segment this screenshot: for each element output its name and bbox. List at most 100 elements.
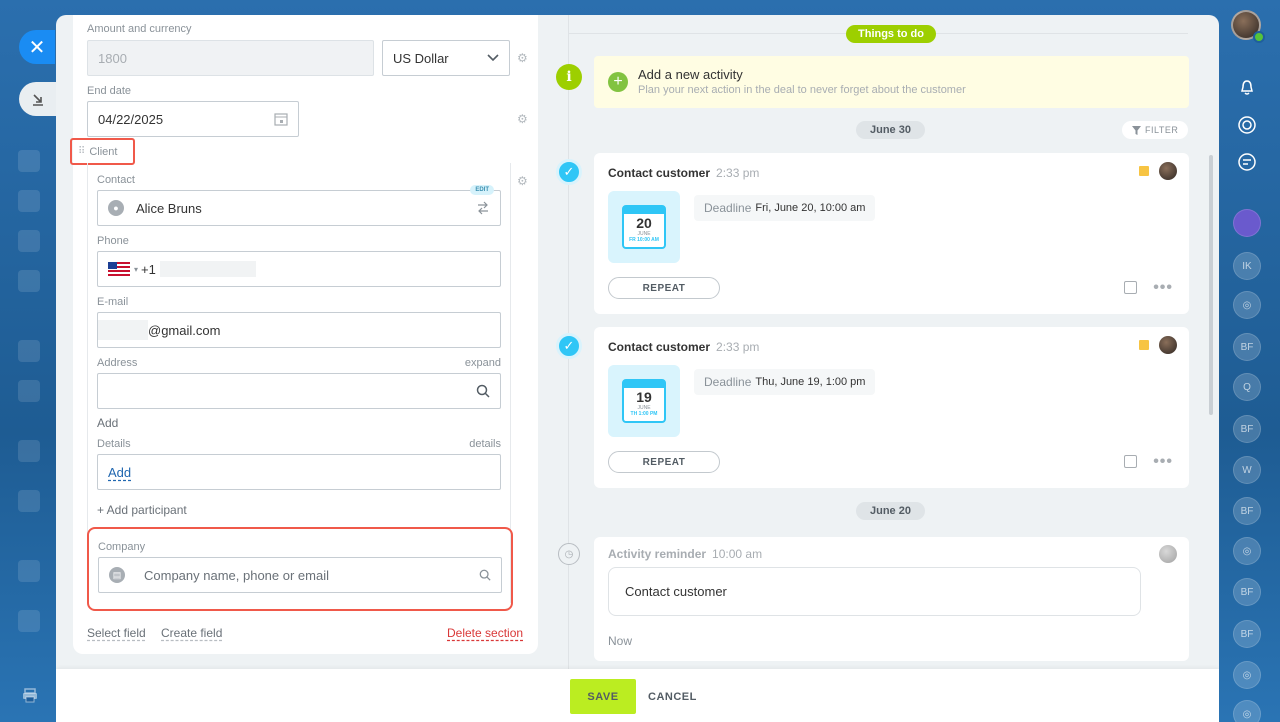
rail-chat-item[interactable]: BF (1233, 333, 1261, 361)
note-icon[interactable] (1124, 281, 1137, 294)
rail-chat-item-copilot[interactable]: ◎ (1233, 291, 1261, 319)
reminder-avatar[interactable] (1159, 545, 1177, 563)
edit-badge[interactable]: EDIT (470, 185, 494, 195)
note-icon[interactable] (1124, 455, 1137, 468)
more-icon[interactable]: ••• (1153, 453, 1173, 471)
rail-chat-item[interactable]: Q (1233, 373, 1261, 401)
deadline-key: Deadline (704, 201, 752, 215)
info-icon: i (556, 64, 582, 90)
search-icon[interactable] (479, 569, 491, 581)
rail-chat-item[interactable]: BF (1233, 497, 1261, 525)
reminder-title-text: Activity reminder (608, 547, 707, 561)
check-icon[interactable]: ✓ (556, 333, 582, 359)
search-icon[interactable] (476, 384, 490, 398)
rail-chat-item[interactable]: BF (1233, 415, 1261, 443)
calendar-badge: 20 JUNE FR 10:00 AM (608, 191, 680, 263)
rail-chat-item[interactable]: BF (1233, 578, 1261, 606)
cancel-button[interactable]: CANCEL (648, 679, 697, 714)
us-flag-icon[interactable] (108, 262, 130, 276)
details-add-link[interactable]: Add (108, 465, 131, 480)
deal-form: Amount and currency 1800 US Dollar ⚙ End… (70, 15, 538, 654)
client-section-title[interactable]: ⠿ Client (70, 138, 135, 165)
gear-icon[interactable]: ⚙ (517, 113, 529, 125)
flag-dropdown-icon[interactable]: ▾ (134, 265, 138, 274)
contact-field[interactable]: EDIT ● Alice Bruns (97, 185, 501, 226)
filter-label: FILTER (1145, 125, 1179, 135)
activity-title[interactable]: Contact customer 2:33 pm (608, 340, 759, 354)
delete-section-link[interactable]: Delete section (447, 626, 523, 640)
things-to-do-badge: Things to do (846, 25, 936, 43)
gear-icon[interactable]: ⚙ (517, 175, 529, 187)
rail-chat-item-copilot[interactable]: ◎ (1233, 661, 1261, 689)
responsible-avatar[interactable] (1159, 162, 1177, 180)
deal-slider: Amount and currency 1800 US Dollar ⚙ End… (56, 15, 1219, 722)
contact-name: Alice Bruns (136, 200, 202, 216)
copilot-icon[interactable] (1233, 111, 1261, 139)
timeline: Things to do i + Add a new activity Plan… (538, 15, 1219, 675)
select-field-link[interactable]: Select field (87, 626, 146, 640)
amount-input[interactable]: 1800 (87, 40, 374, 76)
more-icon[interactable]: ••• (1153, 279, 1173, 297)
repeat-button[interactable]: REPEAT (608, 451, 720, 473)
save-button[interactable]: SAVE (570, 679, 636, 714)
reminder-text[interactable]: Contact customer (608, 567, 1141, 616)
rail-chat-item[interactable]: IK (1233, 252, 1261, 280)
activity-title-text: Contact customer (608, 340, 711, 354)
create-field-link[interactable]: Create field (161, 626, 222, 640)
address-expand-link[interactable]: expand (465, 357, 501, 369)
chat-icon[interactable] (1233, 148, 1261, 176)
scrollbar[interactable] (1209, 155, 1213, 415)
filter-button[interactable]: FILTER (1122, 121, 1189, 139)
rail-chat-item[interactable]: W (1233, 456, 1261, 484)
bottom-action-bar: SAVE CANCEL (56, 669, 1219, 722)
rail-chat-item-copilot[interactable]: ◎ (1233, 537, 1261, 565)
company-field[interactable]: ▤ Company name, phone or email (98, 557, 502, 593)
deadline-chip[interactable]: Deadline Thu, June 19, 1:00 pm (694, 369, 876, 395)
add-activity-hint: Plan your next action in the deal to nev… (638, 84, 966, 96)
close-slider-button[interactable]: ✕ (19, 30, 55, 64)
address-add-link[interactable]: Add (97, 416, 118, 430)
activity-title[interactable]: Contact customer 2:33 pm (608, 166, 759, 180)
rail-chat-item[interactable]: BF (1233, 620, 1261, 648)
currency-select[interactable]: US Dollar (382, 40, 510, 76)
rail-chat-item-copilot[interactable]: ◎ (1233, 700, 1261, 722)
reminder-now: Now (608, 634, 633, 648)
flag-icon[interactable] (1139, 166, 1149, 176)
online-status-icon (1253, 31, 1265, 43)
add-activity-title[interactable]: Add a new activity (638, 67, 743, 82)
repeat-button[interactable]: REPEAT (608, 277, 720, 299)
email-field[interactable]: @gmail.com (97, 312, 501, 348)
email-value: @gmail.com (148, 322, 221, 338)
plus-icon[interactable]: + (608, 72, 628, 92)
amount-label: Amount and currency (87, 23, 192, 35)
details-field[interactable]: Add (97, 454, 501, 490)
bell-icon[interactable] (1233, 74, 1261, 102)
swap-icon[interactable] (476, 201, 490, 215)
rail-chat-item[interactable] (1233, 209, 1261, 237)
email-label: E-mail (97, 296, 129, 308)
responsible-avatar[interactable] (1159, 336, 1177, 354)
calendar-icon[interactable] (274, 112, 288, 126)
details-link[interactable]: details (469, 438, 501, 450)
deadline-value: Fri, June 20, 10:00 am (755, 202, 866, 214)
end-date-input[interactable]: 04/22/2025 (87, 101, 299, 137)
phone-field[interactable]: ▾ +1 (97, 251, 501, 287)
check-icon[interactable]: ✓ (556, 159, 582, 185)
drag-handle-icon[interactable]: ⠿ (78, 146, 85, 157)
flag-icon[interactable] (1139, 340, 1149, 350)
close-icon: ✕ (28, 36, 46, 59)
calendar-icon: 19 JUNE TH 1:00 PM (622, 379, 666, 423)
add-activity-card[interactable]: + Add a new activity Plan your next acti… (594, 56, 1189, 108)
calendar-time: TH 1:00 PM (630, 411, 658, 417)
calendar-badge: 19 JUNE TH 1:00 PM (608, 365, 680, 437)
print-icon[interactable] (19, 684, 41, 706)
deadline-key: Deadline (704, 375, 752, 389)
phone-redacted (159, 261, 256, 277)
gear-icon[interactable]: ⚙ (517, 52, 529, 64)
minimize-icon (32, 94, 43, 106)
deadline-chip[interactable]: Deadline Fri, June 20, 10:00 am (694, 195, 876, 221)
address-field[interactable] (97, 373, 501, 409)
minimize-slider-button[interactable] (19, 82, 56, 116)
activity-card: Contact customer 2:33 pm 19 JUNE TH 1:00 … (594, 327, 1189, 488)
add-participant-link[interactable]: + Add participant (97, 503, 187, 517)
